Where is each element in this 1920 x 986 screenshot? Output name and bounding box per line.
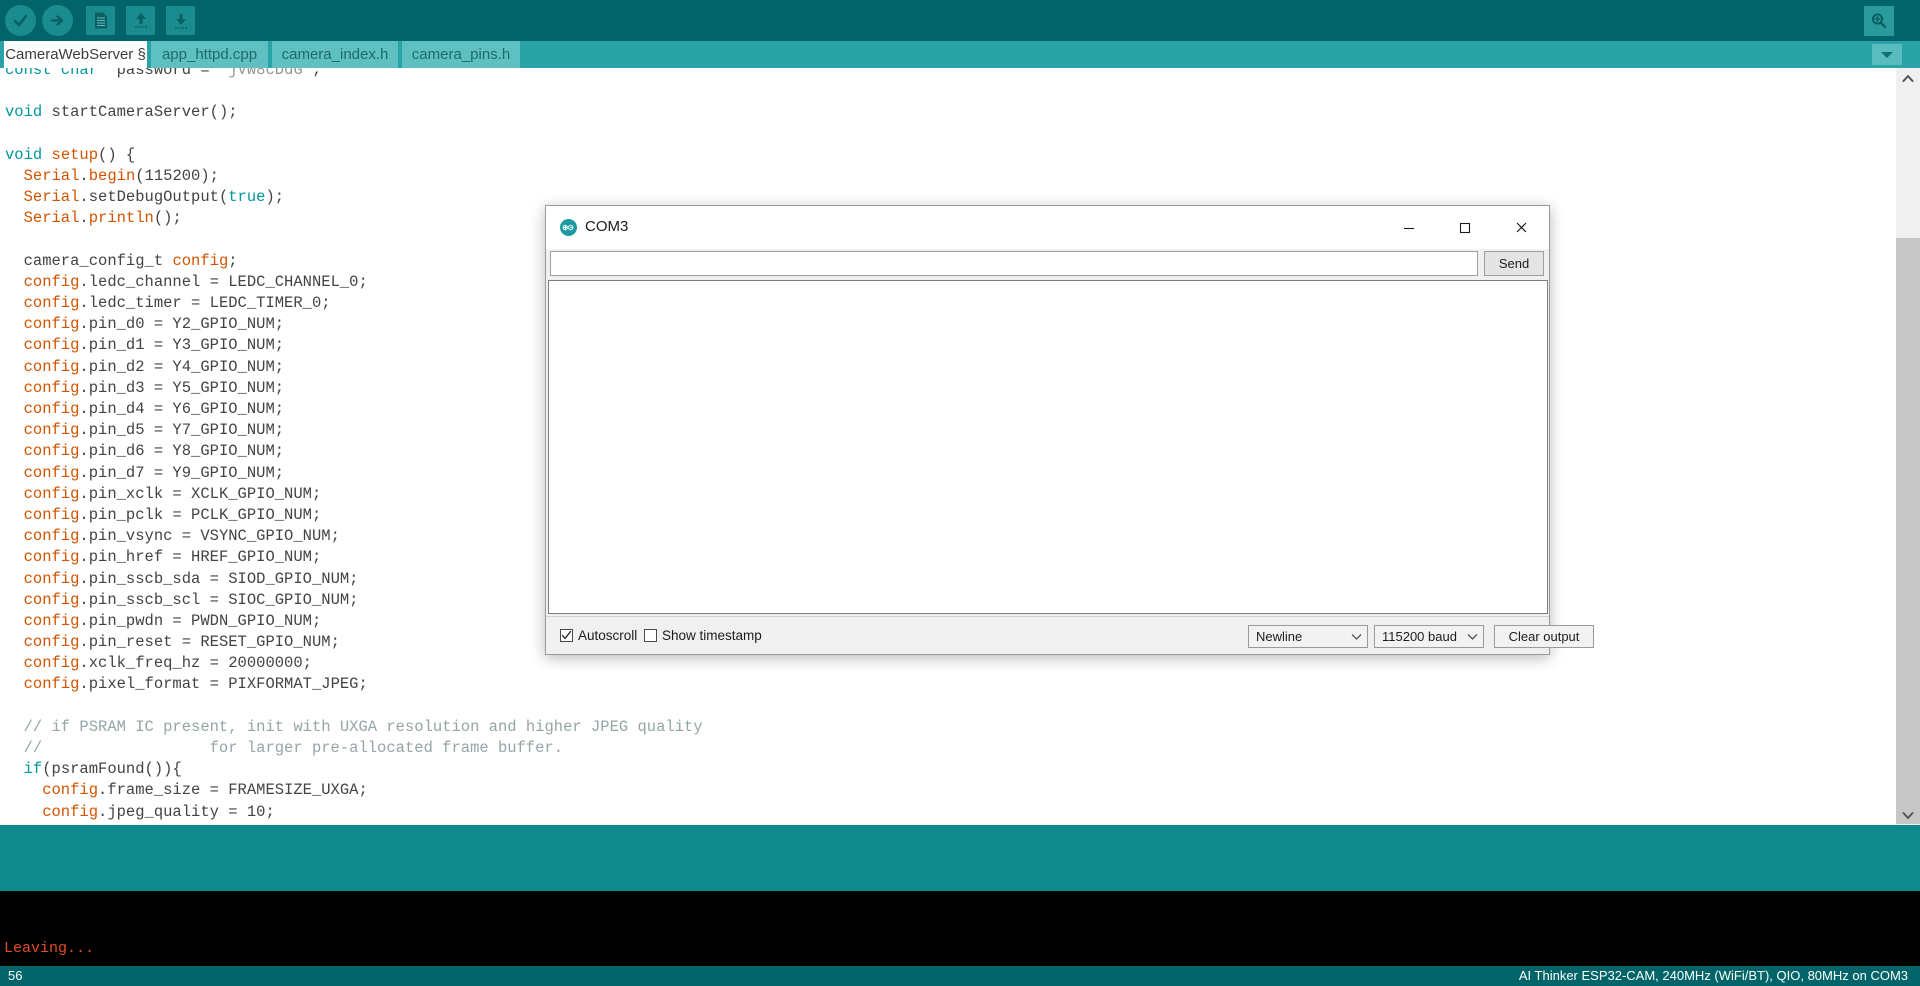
tab-menu-chevron-down-icon[interactable] bbox=[1872, 44, 1902, 65]
code-line: void setup() { bbox=[5, 145, 136, 164]
console-output: Leaving... Hard resetting via RTS pin... bbox=[0, 891, 1920, 966]
scrollbar-thumb[interactable] bbox=[1896, 238, 1920, 824]
sketch-tab-camera-index[interactable]: camera_index.h bbox=[272, 41, 398, 68]
verify-button[interactable] bbox=[5, 5, 36, 36]
code-line: config.jpeg_quality = 10; bbox=[5, 802, 275, 821]
dialog-footer: Autoscroll Show timestamp Newline 115200… bbox=[546, 616, 1594, 654]
upload-button[interactable] bbox=[42, 5, 73, 36]
show-timestamp-checkbox[interactable]: Show timestamp bbox=[644, 628, 762, 643]
scroll-down-arrow-icon[interactable] bbox=[1896, 805, 1920, 825]
dialog-title-bar: COM3 bbox=[546, 206, 1549, 249]
baud-rate-dropdown[interactable]: 115200 baud bbox=[1374, 625, 1484, 648]
code-line: config.frame_size = FRAMESIZE_UXGA; bbox=[5, 781, 368, 800]
tab-label: camera_pins.h bbox=[411, 46, 511, 63]
code-line: if(psramFound()){ bbox=[5, 760, 182, 779]
show-timestamp-checkbox-box[interactable] bbox=[644, 629, 657, 642]
status-bar: 56 AI Thinker ESP32-CAM, 240MHz (WiFi/BT… bbox=[0, 966, 1920, 986]
tab-label: camera_index.h bbox=[281, 46, 389, 63]
scroll-up-arrow-icon[interactable] bbox=[1896, 68, 1920, 88]
chevron-down-icon bbox=[1345, 633, 1367, 641]
minimize-icon[interactable] bbox=[1381, 206, 1437, 249]
arduino-logo-icon bbox=[560, 219, 577, 236]
editor-vertical-scrollbar[interactable] bbox=[1896, 68, 1920, 825]
serial-monitor-dialog: COM3 Send Autoscroll Show timestamp Newl… bbox=[545, 205, 1594, 655]
close-icon[interactable] bbox=[1493, 206, 1549, 249]
autoscroll-checkbox[interactable]: Autoscroll bbox=[560, 628, 637, 643]
sketch-tab-app-httpd[interactable]: app_httpd.cpp bbox=[151, 41, 268, 68]
serial-output-area[interactable] bbox=[548, 280, 1548, 614]
code-line: config.xclk_freq_hz = 20000000; bbox=[5, 654, 312, 673]
save-sketch-button[interactable] bbox=[166, 6, 195, 35]
maximize-icon[interactable] bbox=[1437, 206, 1493, 249]
chevron-down-icon bbox=[1461, 633, 1483, 641]
serial-monitor-button[interactable] bbox=[1864, 6, 1894, 36]
autoscroll-label: Autoscroll bbox=[578, 628, 638, 643]
code-line: void startCameraServer(); bbox=[5, 103, 238, 122]
dialog-title-label: COM3 bbox=[585, 218, 629, 235]
tab-label: CameraWebServer § bbox=[5, 46, 146, 63]
sketch-tab-bar: CameraWebServer § app_httpd.cpp camera_i… bbox=[0, 41, 1920, 68]
line-ending-value: Newline bbox=[1256, 629, 1303, 644]
clear-output-button[interactable]: Clear output bbox=[1494, 625, 1594, 648]
code-line: // if PSRAM IC present, init with UXGA r… bbox=[5, 717, 703, 736]
send-row: Send bbox=[546, 249, 1549, 279]
code-line: config.pixel_format = PIXFORMAT_JPEG; bbox=[5, 675, 368, 694]
board-info-label: AI Thinker ESP32-CAM, 240MHz (WiFi/BT), … bbox=[1518, 968, 1908, 983]
serial-send-input[interactable] bbox=[550, 251, 1478, 276]
baud-rate-value: 115200 baud bbox=[1382, 629, 1457, 644]
main-toolbar bbox=[0, 0, 1920, 41]
open-sketch-button[interactable] bbox=[126, 6, 155, 35]
sketch-tab-camera-pins[interactable]: camera_pins.h bbox=[402, 41, 520, 68]
arduino-ide-window: CameraWebServer § app_httpd.cpp camera_i… bbox=[0, 0, 1920, 986]
tab-label: app_httpd.cpp bbox=[161, 46, 258, 63]
send-button[interactable]: Send bbox=[1484, 251, 1544, 276]
line-ending-dropdown[interactable]: Newline bbox=[1248, 625, 1368, 648]
autoscroll-checkbox-box[interactable] bbox=[560, 629, 573, 642]
code-line: const char* password = "jVw8cDdG"; bbox=[5, 68, 322, 79]
show-timestamp-label: Show timestamp bbox=[662, 628, 762, 643]
code-line: Serial.begin(115200); bbox=[5, 166, 219, 185]
sketch-tab-camerawebserver[interactable]: CameraWebServer § bbox=[4, 41, 147, 68]
console-line: Leaving... bbox=[4, 940, 95, 957]
compile-status-strip bbox=[0, 825, 1920, 891]
code-line: // for larger pre-allocated frame buffer… bbox=[5, 739, 564, 757]
new-sketch-button[interactable] bbox=[86, 6, 115, 35]
line-number-indicator: 56 bbox=[8, 968, 23, 983]
